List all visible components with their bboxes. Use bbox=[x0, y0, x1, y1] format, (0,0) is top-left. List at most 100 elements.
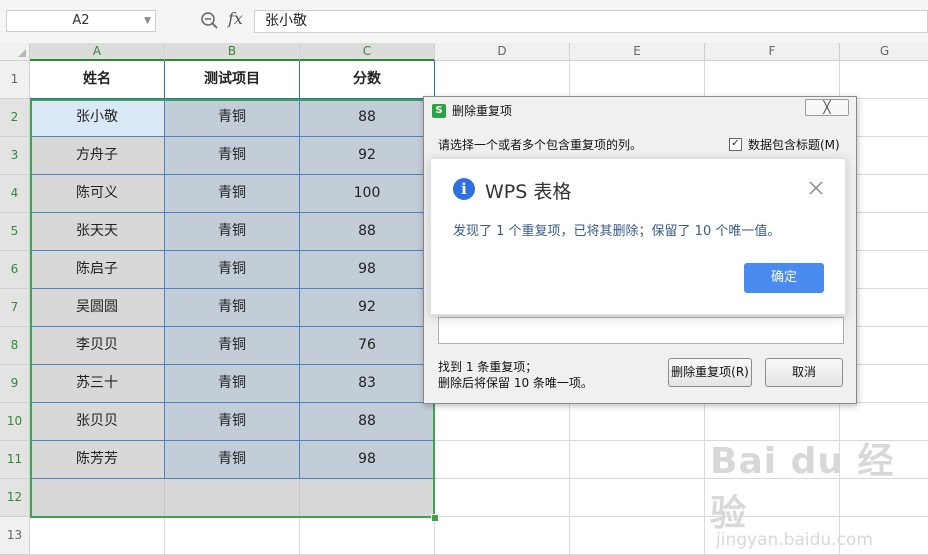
cell-b10[interactable]: 青铜 bbox=[165, 403, 300, 441]
cell-b6[interactable]: 青铜 bbox=[165, 251, 300, 289]
status-found: 找到 1 条重复项； bbox=[438, 360, 538, 374]
cell-a4[interactable]: 陈可义 bbox=[30, 175, 165, 213]
cell-c5[interactable]: 88 bbox=[300, 213, 435, 251]
cell-a13[interactable] bbox=[30, 517, 165, 555]
cell-b2[interactable]: 青铜 bbox=[165, 99, 300, 137]
cell-d1[interactable] bbox=[435, 61, 570, 99]
column-header-b[interactable]: B bbox=[165, 43, 300, 61]
cell-c4[interactable]: 100 bbox=[300, 175, 435, 213]
dialog-close-button[interactable]: ╳ bbox=[805, 99, 849, 116]
row-header-6[interactable]: 6 bbox=[0, 251, 30, 289]
cell-b8[interactable]: 青铜 bbox=[165, 327, 300, 365]
message-text: 发现了 1 个重复项，已将其删除；保留了 10 个唯一值。 bbox=[453, 224, 781, 239]
cell-a9[interactable]: 苏三十 bbox=[30, 365, 165, 403]
cell-b12[interactable] bbox=[165, 479, 300, 517]
cell-c1[interactable]: 分数 bbox=[300, 61, 435, 99]
formula-bar: A2 ▼ fx 张小敬 bbox=[0, 0, 928, 44]
cell-a8[interactable]: 李贝贝 bbox=[30, 327, 165, 365]
name-box[interactable]: A2 ▼ bbox=[6, 10, 156, 32]
cell-f1[interactable] bbox=[705, 61, 840, 99]
cell-a2[interactable]: 张小敬 bbox=[30, 99, 165, 137]
column-header-d[interactable]: D bbox=[435, 43, 570, 61]
cell-c11[interactable]: 98 bbox=[300, 441, 435, 479]
row-header-7[interactable]: 7 bbox=[0, 289, 30, 327]
cancel-button[interactable]: 取消 bbox=[765, 358, 843, 387]
delete-duplicates-button[interactable]: 删除重复项(R) bbox=[668, 358, 752, 387]
cell-b9[interactable]: 青铜 bbox=[165, 365, 300, 403]
fill-handle[interactable] bbox=[431, 514, 439, 522]
cell-c8[interactable]: 76 bbox=[300, 327, 435, 365]
row-header-2[interactable]: 2 bbox=[0, 99, 30, 137]
cell-b5[interactable]: 青铜 bbox=[165, 213, 300, 251]
cell-a3[interactable]: 方舟子 bbox=[30, 137, 165, 175]
cell-a6[interactable]: 陈启子 bbox=[30, 251, 165, 289]
info-icon: i bbox=[453, 178, 475, 200]
row-header-5[interactable]: 5 bbox=[0, 213, 30, 251]
cell-d11[interactable] bbox=[435, 441, 570, 479]
row-header-4[interactable]: 4 bbox=[0, 175, 30, 213]
fx-icon[interactable]: fx bbox=[228, 9, 243, 28]
cell-c13[interactable] bbox=[300, 517, 435, 555]
cell-e10[interactable] bbox=[570, 403, 705, 441]
cell-b4[interactable]: 青铜 bbox=[165, 175, 300, 213]
cell-e11[interactable] bbox=[570, 441, 705, 479]
cell-g1[interactable] bbox=[840, 61, 928, 99]
cell-a1[interactable]: 姓名 bbox=[30, 61, 165, 99]
cell-c2[interactable]: 88 bbox=[300, 99, 435, 137]
dialog-instruction: 请选择一个或者多个包含重复项的列。 bbox=[438, 138, 643, 152]
cell-e13[interactable] bbox=[570, 517, 705, 555]
cell-c7[interactable]: 92 bbox=[300, 289, 435, 327]
cell-a11[interactable]: 陈芳芳 bbox=[30, 441, 165, 479]
header-checkbox-label: 数据包含标题(M) bbox=[748, 138, 840, 152]
cell-d10[interactable] bbox=[435, 403, 570, 441]
row-header-1[interactable]: 1 bbox=[0, 61, 30, 99]
cell-e12[interactable] bbox=[570, 479, 705, 517]
cell-c6[interactable]: 98 bbox=[300, 251, 435, 289]
cell-b13[interactable] bbox=[165, 517, 300, 555]
cell-d13[interactable] bbox=[435, 517, 570, 555]
message-title: WPS 表格 bbox=[485, 181, 572, 203]
watermark-url: jingyan.baidu.com bbox=[716, 530, 873, 550]
cell-a12[interactable] bbox=[30, 479, 165, 517]
row-header-8[interactable]: 8 bbox=[0, 327, 30, 365]
row-header-10[interactable]: 10 bbox=[0, 403, 30, 441]
cell-d12[interactable] bbox=[435, 479, 570, 517]
row-header-13[interactable]: 13 bbox=[0, 517, 30, 555]
wps-message-box: i WPS 表格 发现了 1 个重复项，已将其删除；保留了 10 个唯一值。 确… bbox=[430, 158, 846, 315]
cell-a7[interactable]: 吴圆圆 bbox=[30, 289, 165, 327]
cell-b1[interactable]: 测试项目 bbox=[165, 61, 300, 99]
column-header-g[interactable]: G bbox=[840, 43, 928, 61]
cell-a10[interactable]: 张贝贝 bbox=[30, 403, 165, 441]
header-checkbox[interactable]: ✓ bbox=[729, 138, 742, 151]
name-box-value: A2 bbox=[72, 13, 90, 28]
status-keep: 删除后将保留 10 条唯一项。 bbox=[438, 376, 593, 390]
cell-c12[interactable] bbox=[300, 479, 435, 517]
wps-sheet-icon: S bbox=[432, 104, 446, 118]
column-list[interactable] bbox=[438, 317, 844, 344]
cell-b11[interactable]: 青铜 bbox=[165, 441, 300, 479]
row-header-11[interactable]: 11 bbox=[0, 441, 30, 479]
baidu-watermark: Bai du 经验 jingyan.baidu.com bbox=[710, 432, 928, 550]
zoom-out-icon[interactable] bbox=[200, 11, 220, 31]
cell-c3[interactable]: 92 bbox=[300, 137, 435, 175]
row-header-12[interactable]: 12 bbox=[0, 479, 30, 517]
cell-a5[interactable]: 张天天 bbox=[30, 213, 165, 251]
column-header-c[interactable]: C bbox=[300, 43, 435, 61]
chevron-down-icon[interactable]: ▼ bbox=[144, 11, 151, 31]
select-all-corner[interactable] bbox=[0, 43, 30, 61]
cell-e1[interactable] bbox=[570, 61, 705, 99]
ok-button[interactable]: 确定 bbox=[744, 263, 824, 293]
cell-b3[interactable]: 青铜 bbox=[165, 137, 300, 175]
cell-c10[interactable]: 88 bbox=[300, 403, 435, 441]
row-header-9[interactable]: 9 bbox=[0, 365, 30, 403]
header-checkbox-row[interactable]: ✓ 数据包含标题(M) bbox=[729, 136, 840, 153]
dialog-title: 删除重复项 bbox=[452, 104, 513, 118]
column-header-f[interactable]: F bbox=[705, 43, 840, 61]
cell-c9[interactable]: 83 bbox=[300, 365, 435, 403]
column-header-a[interactable]: A bbox=[30, 43, 165, 61]
row-header-3[interactable]: 3 bbox=[0, 137, 30, 175]
formula-input[interactable]: 张小敬 bbox=[254, 10, 928, 33]
cell-b7[interactable]: 青铜 bbox=[165, 289, 300, 327]
column-header-e[interactable]: E bbox=[570, 43, 705, 61]
close-icon[interactable] bbox=[807, 179, 825, 197]
